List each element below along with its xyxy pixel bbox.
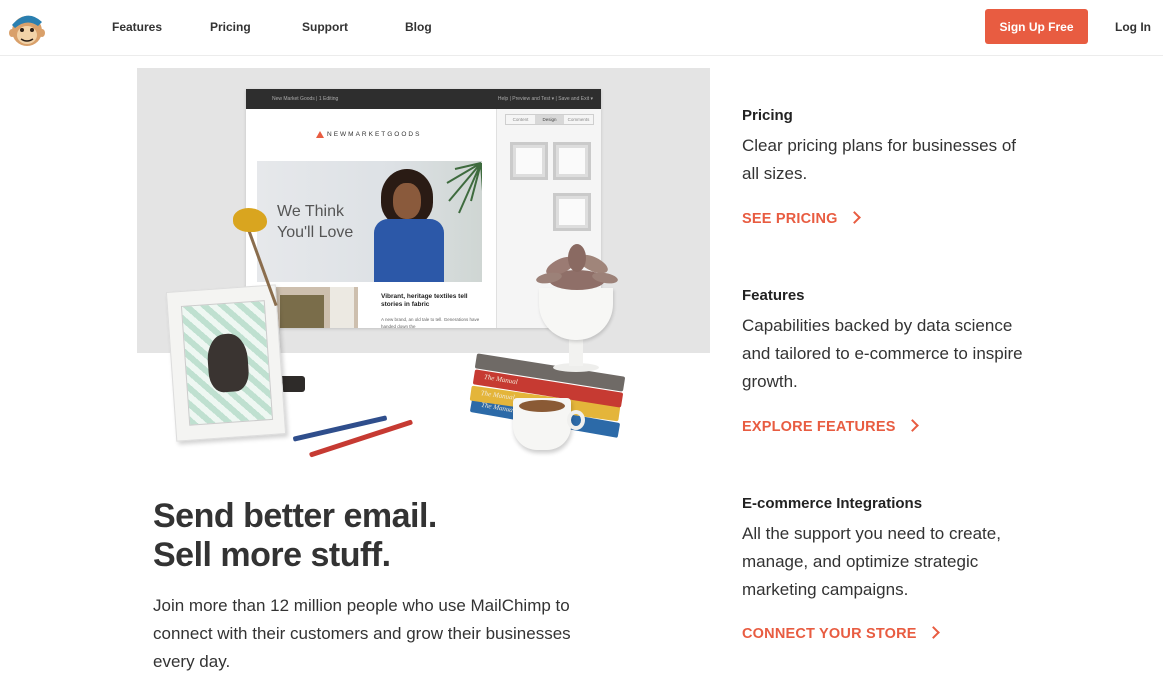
monkey-illustration xyxy=(206,332,250,394)
editor-toolbar-left: New Market Goods | 1 Editing xyxy=(272,96,339,102)
hero-headline: Send better email. Sell more stuff. xyxy=(153,497,437,575)
tab-design[interactable]: Design xyxy=(535,115,564,124)
feature-description: All the support you need to create, mana… xyxy=(742,524,1001,599)
nav-support[interactable]: Support xyxy=(302,20,348,34)
feature-title: E-commerce Integrations xyxy=(742,495,923,512)
feature-description: Capabilities backed by data science and … xyxy=(742,316,1023,391)
palm-leaf-icon xyxy=(446,162,482,214)
text-block-icon xyxy=(510,142,548,180)
hero-illustration: New Market Goods | 1 Editing Help | Prev… xyxy=(137,68,710,468)
chevron-right-icon xyxy=(926,626,940,639)
editor-article-body: A new brand, an old tale to tell. Genera… xyxy=(381,317,480,328)
nav-features[interactable]: Features xyxy=(112,20,162,34)
explore-features-label: EXPLORE FEATURES xyxy=(742,419,896,435)
brand-logo-icon xyxy=(316,131,324,138)
product-model xyxy=(330,287,354,328)
frame-artwork xyxy=(180,300,274,426)
site-header: Features Pricing Support Blog Sign Up Fr… xyxy=(0,0,1163,56)
connect-store-link[interactable]: CONNECT YOUR STORE xyxy=(742,626,940,642)
editor-headline-line-1: We Think xyxy=(277,203,344,220)
connect-store-label: CONNECT YOUR STORE xyxy=(742,626,917,642)
editor-article-title: Vibrant, heritage textiles tell stories … xyxy=(381,293,468,308)
succulent-plant-icon xyxy=(536,244,618,290)
brand-name: NEWMARKETGOODS xyxy=(327,131,422,138)
feature-ecommerce: E-commerce Integrations All the support … xyxy=(742,494,1042,604)
chevron-right-icon xyxy=(847,211,861,224)
feature-pricing: Pricing Clear pricing plans for business… xyxy=(742,106,1042,188)
cup-handle xyxy=(567,410,585,430)
explore-features-link[interactable]: EXPLORE FEATURES xyxy=(742,419,919,435)
feature-title: Pricing xyxy=(742,107,793,124)
nav-pricing[interactable]: Pricing xyxy=(210,20,251,34)
see-pricing-label: SEE PRICING xyxy=(742,211,838,227)
editor-toolbar: New Market Goods | 1 Editing Help | Prev… xyxy=(246,89,601,109)
tab-content[interactable]: Content xyxy=(506,115,535,124)
editor-headline-line-2: You'll Love xyxy=(277,224,354,241)
social-block-icon xyxy=(553,142,591,180)
blue-pencil xyxy=(292,415,388,442)
editor-canvas: NEWMARKETGOODS We Think You'll Love Vibr… xyxy=(246,109,496,328)
image-block-icon xyxy=(553,193,591,231)
editor-product-image xyxy=(276,287,358,328)
hero-headline-line-1: Send better email. xyxy=(153,497,437,535)
feature-features: Features Capabilities backed by data sci… xyxy=(742,286,1042,396)
hero-lede: Join more than 12 million people who use… xyxy=(153,596,571,671)
coffee-cup xyxy=(513,398,585,450)
editor-hero-photo: We Think You'll Love xyxy=(257,161,482,282)
picture-frame xyxy=(165,284,287,442)
nav-blog[interactable]: Blog xyxy=(405,20,432,34)
login-link[interactable]: Log In xyxy=(1115,20,1151,34)
textile-swatch xyxy=(280,295,324,328)
book-title: The Manual xyxy=(483,372,519,387)
model-face xyxy=(393,183,421,219)
chevron-right-icon xyxy=(905,419,919,432)
editor-toolbar-right: Help | Preview and Test ▾ | Save and Exi… xyxy=(497,96,593,102)
editor-sidebar-tabs: Content Design Comments xyxy=(505,114,594,125)
see-pricing-link[interactable]: SEE PRICING xyxy=(742,211,861,227)
hero-headline-line-2: Sell more stuff. xyxy=(153,536,391,574)
feature-title: Features xyxy=(742,287,805,304)
freddie-logo-icon[interactable] xyxy=(8,8,46,48)
feature-description: Clear pricing plans for businesses of al… xyxy=(742,136,1017,183)
model-shirt xyxy=(374,219,444,282)
editor-hero-headline: We Think You'll Love xyxy=(277,201,353,243)
coffee xyxy=(519,400,565,412)
yellow-bird xyxy=(233,208,267,232)
tab-comments[interactable]: Comments xyxy=(564,115,593,124)
vase-stem xyxy=(569,338,583,366)
sign-up-button[interactable]: Sign Up Free xyxy=(985,9,1088,44)
book-title: The Manual xyxy=(480,389,516,402)
